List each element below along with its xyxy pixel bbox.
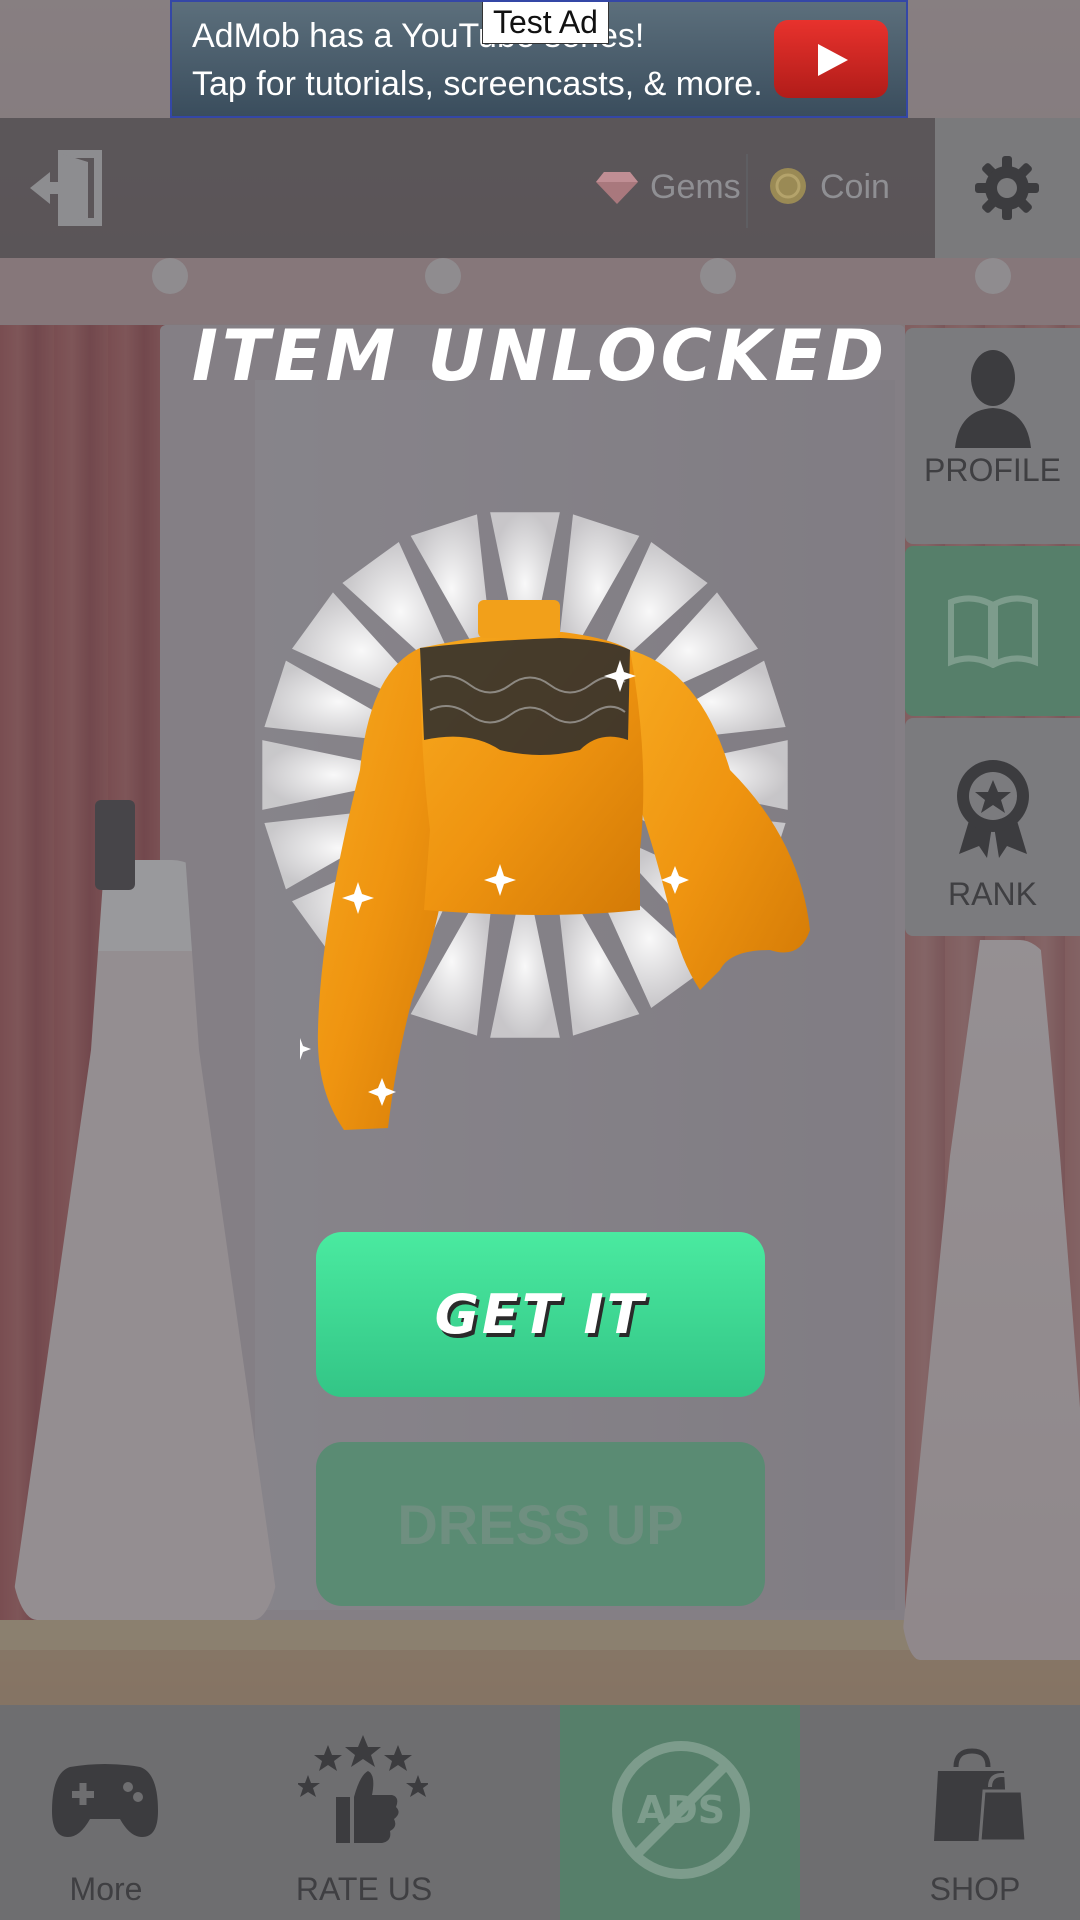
ads-text: ADS	[637, 1788, 725, 1832]
header-divider	[746, 154, 748, 228]
ad-subline: Tap for tutorials, screencasts, & more.	[192, 65, 763, 103]
rank-badge-icon	[957, 760, 1029, 858]
ad-headline: AdMob has a YouTube series!	[192, 17, 645, 55]
rate-us-label: RATE US	[295, 1871, 433, 1907]
gear-icon	[975, 156, 1039, 220]
orange-lace-blouse	[300, 600, 810, 1130]
coin-label: Coin	[820, 168, 890, 206]
more-games-button[interactable]: More	[0, 1705, 212, 1920]
story-book-button[interactable]	[905, 546, 1080, 716]
ad-text: AdMob has a YouTube series! Tap for tuto…	[192, 12, 763, 108]
coin-icon	[770, 168, 806, 204]
test-ad-badge: Test Ad	[482, 2, 609, 44]
rank-button[interactable]: RANK	[905, 718, 1080, 936]
exit-door-icon	[30, 150, 102, 226]
get-it-button[interactable]: GET IT	[316, 1232, 765, 1397]
dress-up-button[interactable]: DRESS UP	[316, 1442, 765, 1606]
ad-banner[interactable]: AdMob has a YouTube series! Tap for tuto…	[170, 0, 908, 118]
more-label: More	[69, 1871, 143, 1907]
shopping-bags-icon	[934, 1748, 1028, 1843]
rank-label: RANK	[948, 876, 1037, 912]
bottom-nav: More RATE US SHOP	[0, 1705, 1080, 1920]
item-unlocked-title: ITEM UNLOCKED	[191, 315, 889, 397]
book-icon	[948, 595, 1038, 668]
gems-label: Gems	[650, 168, 741, 206]
dress-up-label: DRESS UP	[397, 1492, 684, 1556]
youtube-play-icon[interactable]	[774, 20, 888, 98]
settings-button[interactable]	[935, 118, 1080, 258]
rate-us-button[interactable]: RATE US	[258, 1705, 470, 1920]
shop-label: SHOP	[929, 1871, 1021, 1907]
thumbs-up-stars-icon	[298, 1735, 428, 1843]
profile-label: PROFILE	[924, 452, 1061, 488]
exit-button[interactable]	[28, 148, 108, 228]
remove-ads-button[interactable]: ADS	[560, 1705, 800, 1920]
gem-icon	[596, 172, 638, 204]
get-it-label: GET IT	[434, 1283, 647, 1346]
no-ads-icon: ADS	[612, 1741, 750, 1879]
top-bar: Gems Coin	[0, 118, 935, 258]
shop-button[interactable]: SHOP	[890, 1705, 1060, 1920]
gamepad-icon	[52, 1764, 158, 1837]
